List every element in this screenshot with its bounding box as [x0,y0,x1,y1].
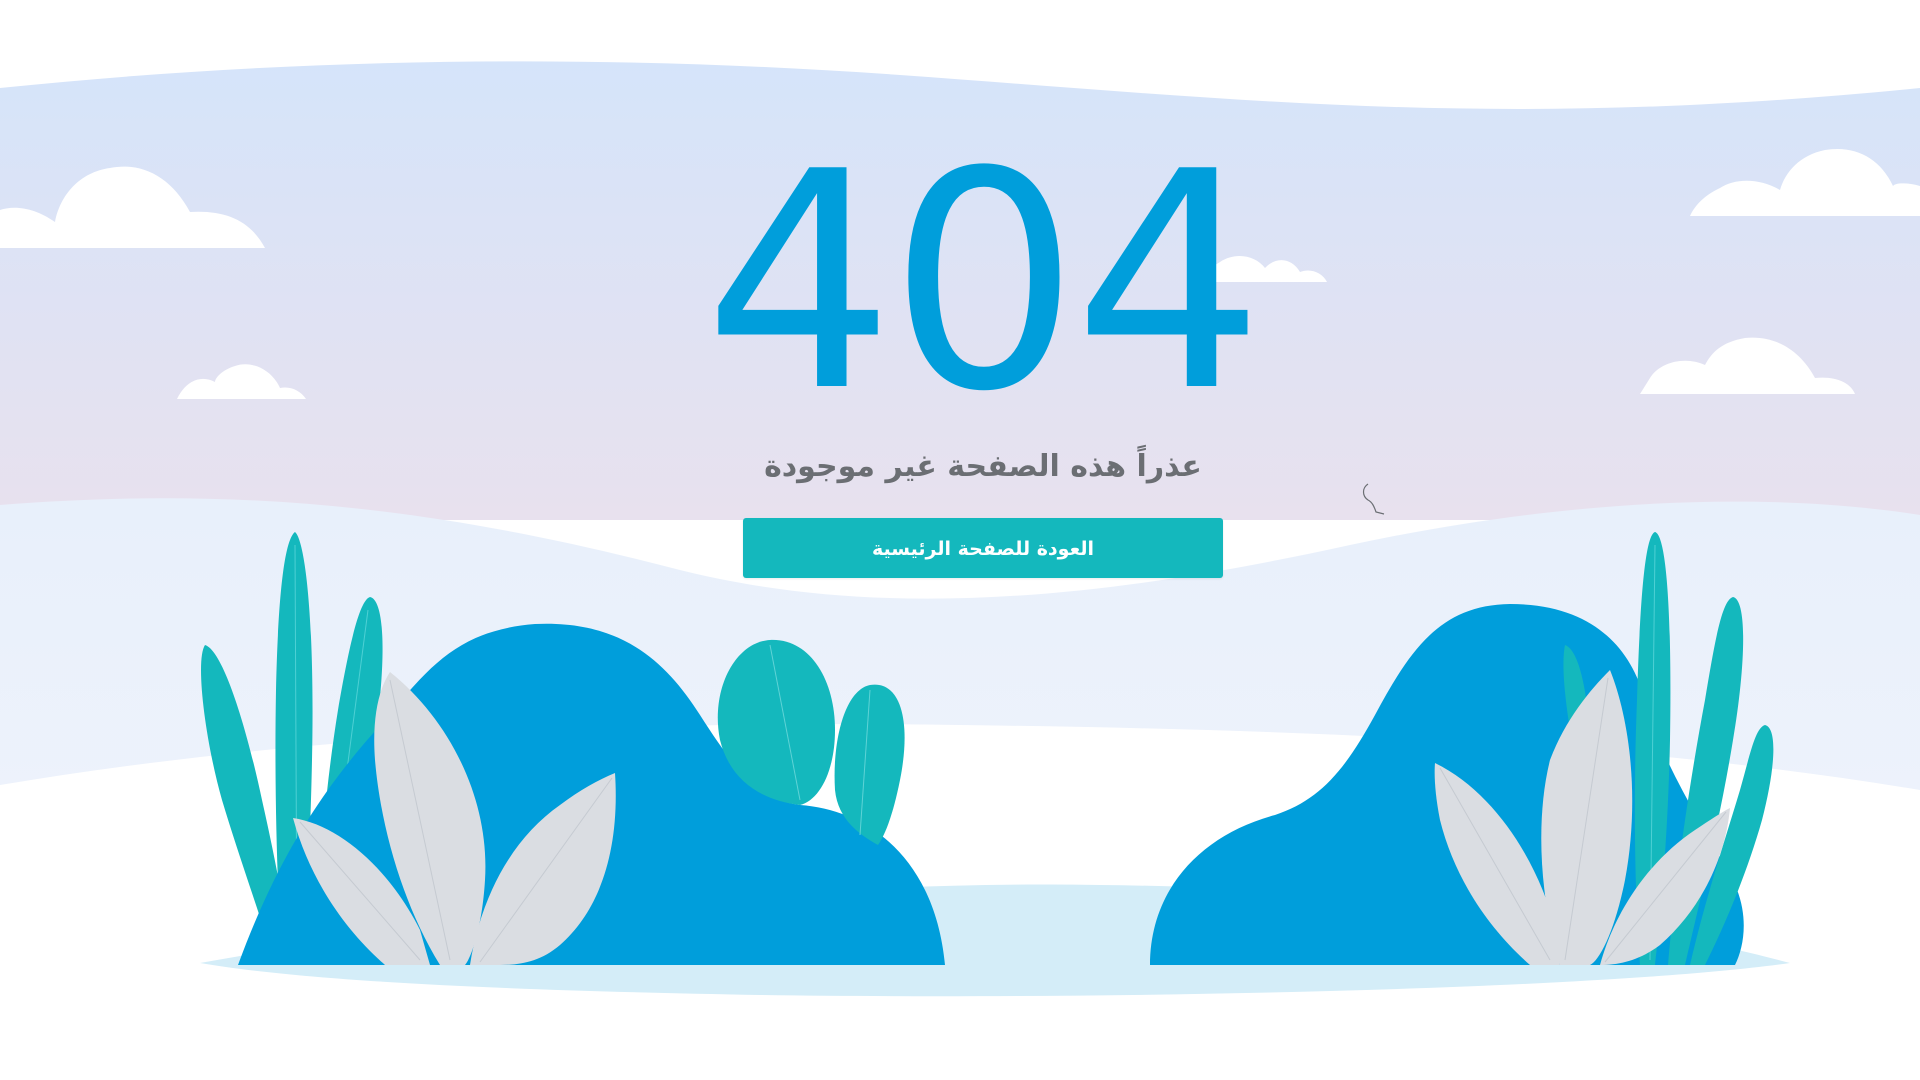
error-code: 404 [703,108,1265,457]
loading-cursor-icon [1362,483,1385,515]
error-message: عذراً هذه الصفحة غير موجودة [764,449,1202,484]
not-found-page: 404 عذراً هذه الصفحة غير موجودة العودة ل… [0,0,1920,1080]
back-to-home-button[interactable]: العودة للصفحة الرئيسية [743,518,1223,578]
